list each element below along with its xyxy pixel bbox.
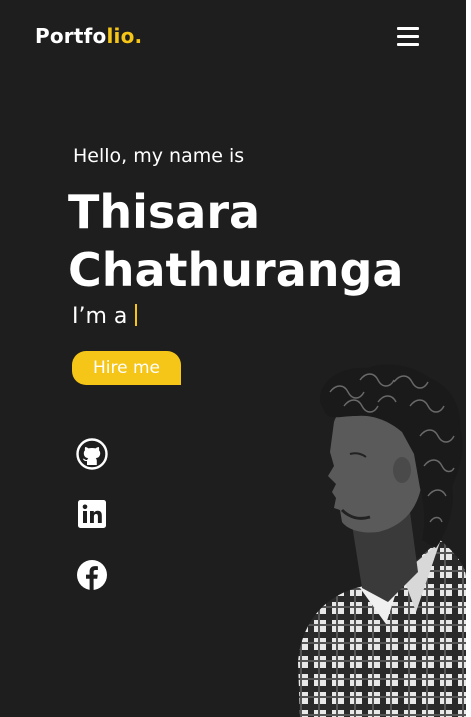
- hamburger-menu-icon[interactable]: [397, 27, 419, 47]
- linkedin-icon[interactable]: [76, 498, 108, 530]
- menu-bar-top: [397, 27, 419, 30]
- logo[interactable]: Portfolio.: [35, 24, 142, 48]
- greeting-text: Hello, my name is: [73, 145, 245, 167]
- hero-name: Thisara Chathuranga: [68, 183, 403, 299]
- typing-cursor: [135, 304, 138, 326]
- facebook-icon[interactable]: [76, 559, 108, 591]
- name-line-2: Chathuranga: [68, 243, 404, 297]
- scrollbar-edge: [466, 0, 471, 717]
- role-line: I’m a: [72, 304, 138, 329]
- profile-photo: [298, 364, 466, 717]
- menu-bar-bottom: [397, 43, 419, 46]
- menu-bar-middle: [397, 35, 419, 38]
- github-icon[interactable]: [76, 438, 108, 470]
- hire-me-button[interactable]: Hire me: [72, 351, 181, 385]
- logo-accent-text: lio.: [106, 24, 143, 48]
- page: Portfolio. Hello, my name is Thisara Cha…: [0, 0, 471, 717]
- role-prefix: I’m a: [72, 304, 128, 329]
- name-line-1: Thisara: [68, 185, 261, 239]
- logo-main-text: Portfo: [35, 24, 107, 48]
